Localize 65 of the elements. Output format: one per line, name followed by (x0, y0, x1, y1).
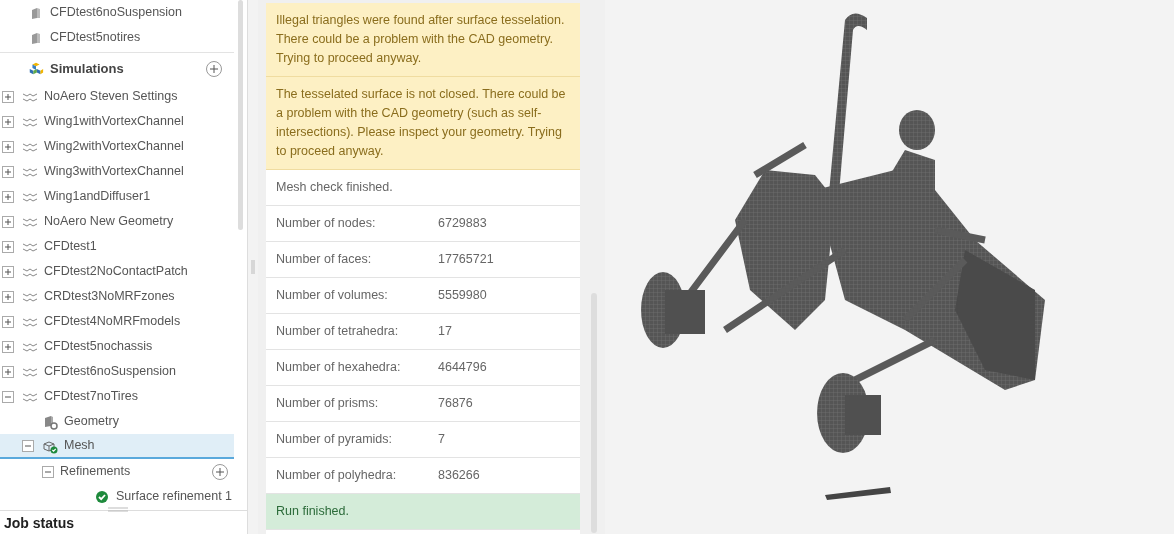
collapse-icon[interactable] (2, 390, 14, 403)
tree-item[interactable]: Wing1withVortexChannel (44, 112, 184, 131)
tree-item[interactable]: NoAero Steven Settings (44, 87, 178, 106)
collapse-icon[interactable] (22, 439, 34, 452)
stat-label: Number of hexahedra: (276, 359, 401, 377)
expand-icon[interactable] (2, 215, 14, 228)
stat-label: Number of pyramids: (276, 431, 392, 449)
stat-value: 6729883 (438, 215, 488, 233)
stat-value: 76876 (438, 395, 474, 413)
stat-value: 17 (438, 323, 453, 341)
stat-label: Number of polyhedra: (276, 467, 397, 485)
expand-icon[interactable] (2, 115, 14, 128)
add-icon (210, 64, 218, 73)
scrollbar[interactable] (238, 0, 243, 230)
expand-icon[interactable] (2, 365, 14, 378)
warning-message: Illegal triangles were found after surface tesselation. There could be a problem with the CAD geometry. Trying to proceed anyway. (266, 3, 580, 77)
tree-item[interactable]: NoAero New Geometry (44, 212, 174, 231)
warning-message: The tesselated surface is not closed. There could be a problem with the CAD geometry (such as self-intersections). Please inspect your geometry. Trying to proceed anyway. (266, 77, 580, 170)
expand-icon[interactable] (2, 90, 14, 103)
success-message: Run finished. (276, 503, 349, 521)
tree-item[interactable]: CFDtest5nochassis (44, 337, 153, 356)
tree-item[interactable]: Geometry (64, 412, 119, 431)
tree-item[interactable]: CFDtest2NoContactPatch (44, 262, 188, 281)
expand-icon[interactable] (2, 140, 14, 153)
expand-icon[interactable] (2, 165, 14, 178)
add-icon (216, 467, 224, 476)
section-title: Simulations (50, 59, 124, 78)
collapse-icon[interactable] (42, 465, 54, 478)
simulations-icon (28, 60, 44, 77)
stat-value: 5559980 (438, 287, 488, 305)
stat-value: 17765721 (438, 251, 495, 269)
tree-item[interactable]: Wing3withVortexChannel (44, 162, 184, 181)
expand-icon[interactable] (2, 340, 14, 353)
expand-icon[interactable] (2, 240, 14, 253)
check-icon (94, 488, 110, 505)
stat-label: Number of volumes: (276, 287, 388, 305)
tree-item[interactable]: Wing1andDiffuser1 (44, 187, 151, 206)
tree-item[interactable]: Mesh (64, 436, 95, 455)
tree-item[interactable]: CFDtest1 (44, 237, 97, 256)
tree-item[interactable]: Refinements (60, 462, 131, 481)
stat-value: 836266 (438, 467, 481, 485)
tree-item[interactable]: CFDtest6noSuspension (50, 3, 183, 22)
log-message: Mesh check finished. (276, 179, 393, 197)
stat-label: Number of prisms: (276, 395, 379, 413)
expand-icon[interactable] (2, 265, 14, 278)
expand-icon[interactable] (2, 315, 14, 328)
panel-title: Job status (3, 514, 75, 533)
add-button[interactable] (206, 60, 222, 77)
tree-item[interactable]: CFDtest7noTires (44, 387, 138, 406)
add-button[interactable] (212, 463, 228, 480)
stat-label: Number of nodes: (276, 215, 376, 233)
drag-handle-icon (106, 506, 130, 514)
stat-label: Number of faces: (276, 251, 372, 269)
stat-value: 7 (438, 431, 446, 449)
tree-item[interactable]: Wing2withVortexChannel (44, 137, 184, 156)
stat-value: 4644796 (438, 359, 488, 377)
tree-item[interactable]: CFDtest4NoMRFmodels (44, 312, 181, 331)
stat-label: Number of tetrahedra: (276, 323, 399, 341)
tree-item[interactable]: CFDtest6noSuspension (44, 362, 177, 381)
tree-item[interactable]: CRDtest3NoMRFzones (44, 287, 175, 306)
tree-item[interactable]: CFDtest5notires (50, 28, 141, 47)
expand-icon[interactable] (2, 290, 14, 303)
expand-icon[interactable] (2, 190, 14, 203)
geometry-icon (42, 413, 58, 430)
tree-item[interactable]: Surface refinement 1 (116, 487, 233, 506)
